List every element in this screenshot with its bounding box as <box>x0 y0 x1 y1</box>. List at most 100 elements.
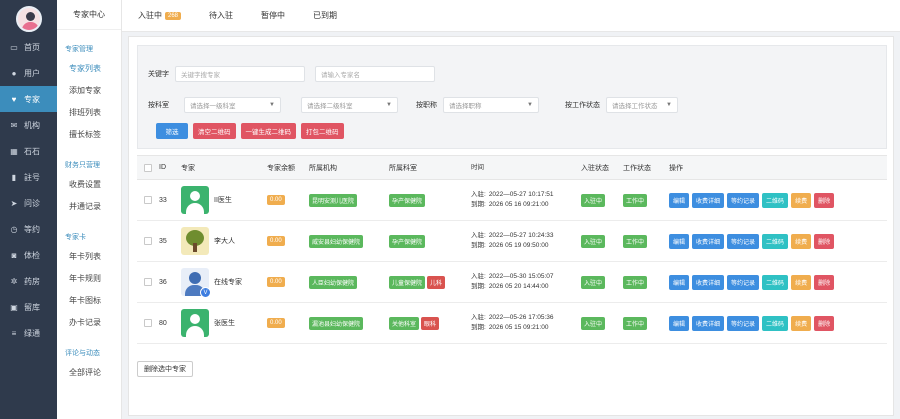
table-row: 35 李大人 0.00 威安县妇幼保健院 孕产保健院 入驻: 2022—05-27 10:2… <box>137 221 887 262</box>
renew-button[interactable]: 续费 <box>791 233 812 249</box>
dept-label: 按科室 <box>148 102 169 109</box>
expire-time: 到期: 2026 05 15 09:21:00 <box>471 324 548 332</box>
pack-qrcode-button[interactable]: 打包二维码 <box>301 123 344 139</box>
delete-button[interactable]: 删除 <box>814 274 835 290</box>
nav-item-11[interactable]: ≡ 绿通 <box>0 320 57 346</box>
tab-0[interactable]: 入驻中 268 <box>138 10 182 21</box>
qrcode-button[interactable]: 二维码 <box>762 233 789 249</box>
nav-item-7[interactable]: ◷ 等约 <box>0 216 57 242</box>
header-balance: 专家余额 <box>267 164 295 172</box>
join-time: 入驻: 2022—05-26 17:05:36 <box>471 314 554 322</box>
tab-1[interactable]: 待入驻 <box>209 10 233 21</box>
menu-item[interactable]: 年卡规则 <box>57 268 121 290</box>
row-checkbox[interactable] <box>144 196 152 204</box>
appointment-record-button[interactable]: 等约记录 <box>727 315 760 331</box>
header-time: 时间 <box>471 163 484 171</box>
nav-item-4[interactable]: ▦ 石石 <box>0 138 57 164</box>
nav-item-label: 石石 <box>24 146 40 156</box>
nav-item-10[interactable]: ▣ 留库 <box>0 294 57 320</box>
plane-icon: ➤ <box>10 198 18 208</box>
delete-selected-button[interactable]: 删除选中专家 <box>137 361 193 377</box>
menu-item[interactable]: 全部评论 <box>57 362 121 384</box>
row-checkbox[interactable] <box>144 319 152 327</box>
expire-time-label: 到期: <box>471 283 486 290</box>
join-time-label: 入驻: <box>471 273 486 280</box>
nav-item-1[interactable]: ● 用户 <box>0 60 57 86</box>
name-input[interactable]: 请输入专家名 <box>315 66 435 82</box>
dept2-select[interactable]: 请选择二级科室 ▼ <box>301 97 398 113</box>
qrcode-button[interactable]: 二维码 <box>762 274 789 290</box>
nav-item-label: 留库 <box>24 302 40 312</box>
appointment-record-button[interactable]: 等约记录 <box>727 233 760 249</box>
row-work-status: 工作中 <box>623 234 669 248</box>
clear-qrcode-button[interactable]: 清空二维码 <box>193 123 236 139</box>
dept1-select[interactable]: 请选择一级科室 ▼ <box>184 97 281 113</box>
row-checkbox[interactable] <box>144 278 152 286</box>
status-select[interactable]: 请选择工作状态 ▼ <box>606 97 678 113</box>
menu-item[interactable]: 收费设置 <box>57 174 121 196</box>
qrcode-button[interactable]: 二维码 <box>762 192 789 208</box>
fee-detail-button[interactable]: 收费详细 <box>692 233 725 249</box>
header-expert: 专家 <box>181 164 195 172</box>
menu-item[interactable]: 并通记录 <box>57 196 121 218</box>
nav-item-8[interactable]: ◙ 体检 <box>0 242 57 268</box>
tab-3[interactable]: 已到期 <box>313 10 337 21</box>
menu-item[interactable]: 擅长标签 <box>57 124 121 146</box>
header-id: ID <box>159 164 166 171</box>
appointment-record-button[interactable]: 等约记录 <box>727 192 760 208</box>
join-time: 入驻: 2022—05-27 10:17:51 <box>471 191 554 199</box>
delete-button[interactable]: 删除 <box>814 233 835 249</box>
avatar[interactable] <box>15 6 42 32</box>
dept-badge: 儿科 <box>427 275 446 289</box>
renew-button[interactable]: 续费 <box>791 274 812 290</box>
renew-button[interactable]: 续费 <box>791 315 812 331</box>
row-balance: 0.00 <box>267 195 309 205</box>
menu-item[interactable]: 排班列表 <box>57 102 121 124</box>
fee-detail-button[interactable]: 收费详细 <box>692 192 725 208</box>
filter-button[interactable]: 筛选 <box>156 123 188 139</box>
fee-detail-button[interactable]: 收费详细 <box>692 315 725 331</box>
chevron-down-icon: ▼ <box>666 102 672 108</box>
gear-icon: ✲ <box>10 276 18 286</box>
heart-icon: ♥ <box>11 94 17 104</box>
delete-button[interactable]: 删除 <box>814 192 835 208</box>
nav-item-2[interactable]: ♥ 专家 <box>0 86 57 112</box>
renew-button[interactable]: 续费 <box>791 192 812 208</box>
menu-item[interactable]: 年卡列表 <box>57 246 121 268</box>
row-balance: 0.00 <box>267 318 309 328</box>
menu-item[interactable]: 办卡记录 <box>57 312 121 334</box>
edit-button[interactable]: 编辑 <box>669 274 690 290</box>
nav-item-9[interactable]: ✲ 药房 <box>0 268 57 294</box>
edit-button[interactable]: 编辑 <box>669 192 690 208</box>
row-checkbox[interactable] <box>144 237 152 245</box>
delete-button[interactable]: 删除 <box>814 315 835 331</box>
generate-qrcode-button[interactable]: 一键生成二维码 <box>240 123 296 139</box>
join-time-label: 入驻: <box>471 314 486 321</box>
menu-item[interactable]: 专家列表 <box>57 58 121 80</box>
keyword-input[interactable]: 关键字搜专家 <box>175 66 305 82</box>
nav-item-label: 註号 <box>24 172 40 182</box>
expire-time: 到期: 2026 05 20 14:44:00 <box>471 283 548 291</box>
edit-button[interactable]: 编辑 <box>669 315 690 331</box>
edit-button[interactable]: 编辑 <box>669 233 690 249</box>
title-select[interactable]: 请选择职称 ▼ <box>443 97 539 113</box>
menu-item[interactable]: 年卡图标 <box>57 290 121 312</box>
row-expert: II医生 <box>181 186 267 214</box>
qrcode-button[interactable]: 二维码 <box>762 315 789 331</box>
join-time-value: 2022—05-27 10:17:51 <box>488 191 554 198</box>
fee-detail-button[interactable]: 收费详细 <box>692 274 725 290</box>
row-time: 入驻: 2022—05-30 15:05:07 到期: 2026 05 20 14:4… <box>471 273 581 291</box>
nav-item-0[interactable]: ▭ 首页 <box>0 34 57 60</box>
appointment-record-button[interactable]: 等约记录 <box>727 274 760 290</box>
nav-item-3[interactable]: ✉ 机构 <box>0 112 57 138</box>
nav-item-5[interactable]: ▮ 註号 <box>0 164 57 190</box>
expert-name: 李大人 <box>214 238 235 245</box>
nav-item-6[interactable]: ➤ 问诊 <box>0 190 57 216</box>
join-time-value: 2022—05-26 17:05:36 <box>488 314 554 321</box>
row-work-status: 工作中 <box>623 275 669 289</box>
select-all-checkbox[interactable] <box>144 163 152 172</box>
expert-avatar-wrap <box>181 186 209 214</box>
menu-item[interactable]: 添加专家 <box>57 80 121 102</box>
tab-2[interactable]: 暂停中 <box>261 10 285 21</box>
filter-actions: 筛选 清空二维码 一键生成二维码 打包二维码 <box>156 123 344 139</box>
